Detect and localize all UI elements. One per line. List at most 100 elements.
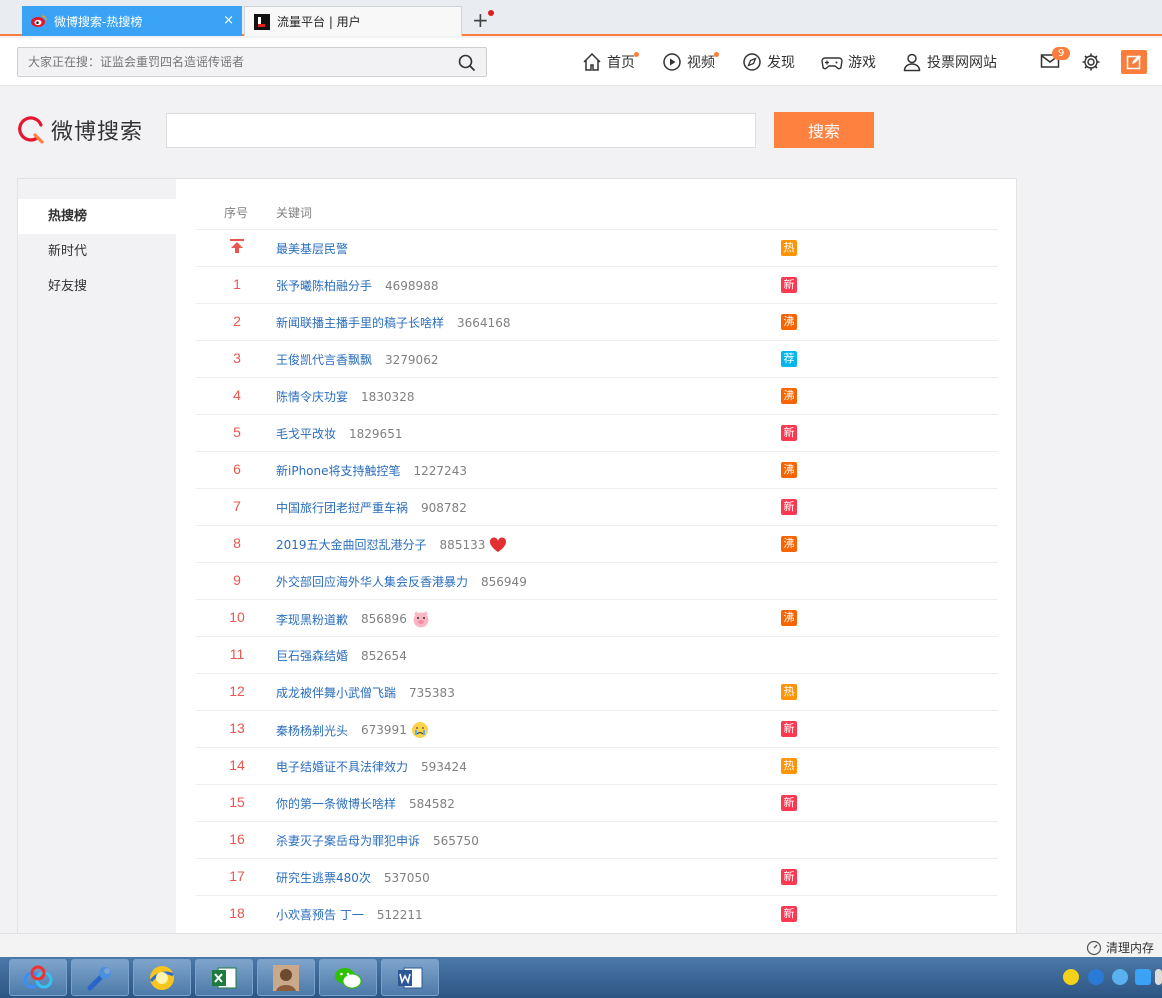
row-tag-badge: 新 xyxy=(781,425,797,441)
platform-logo-icon xyxy=(253,13,271,31)
tray-shield-icon[interactable] xyxy=(1088,969,1104,985)
tray-cloud-icon[interactable] xyxy=(1135,969,1151,985)
nav-video[interactable]: 视频 xyxy=(662,52,715,72)
row-keyword-link[interactable]: 王俊凯代言香飘飘 3279062 xyxy=(276,351,438,368)
row-keyword: 外交部回应海外华人集会反香港暴力 xyxy=(276,575,469,589)
compose-button[interactable] xyxy=(1121,50,1147,74)
row-keyword-link[interactable]: 你的第一条微博长啥样 584582 xyxy=(276,795,455,812)
clear-memory-button[interactable]: 清理内存 xyxy=(1086,939,1154,956)
row-tag-badge: 新 xyxy=(781,499,797,515)
row-keyword-link[interactable]: 新闻联播主播手里的稿子长啥样 3664168 xyxy=(276,314,510,331)
weibo-search-logo[interactable]: 微博搜索 xyxy=(17,114,143,146)
tab-traffic-platform[interactable]: 流量平台 | 用户 xyxy=(244,6,462,36)
top-search-input[interactable] xyxy=(18,48,438,76)
notification-dot xyxy=(488,10,494,16)
row-keyword-link[interactable]: 成龙被伴舞小武僧飞踹 735383 xyxy=(276,684,455,701)
table-row: 16 杀妻灭子案岳母为罪犯申诉 565750 xyxy=(196,821,998,858)
sidebar-item-friends-search[interactable]: 好友搜 xyxy=(18,269,176,304)
sidebar-item-new-era[interactable]: 新时代 xyxy=(18,234,176,269)
row-tag-badge: 沸 xyxy=(781,314,797,330)
row-count: 852654 xyxy=(361,648,407,663)
search-icon[interactable] xyxy=(458,54,476,75)
row-rank: 13 xyxy=(229,720,245,736)
main-search-input[interactable] xyxy=(166,113,756,148)
nav-discover[interactable]: 发现 xyxy=(742,52,795,72)
tray-minus-icon[interactable] xyxy=(1112,969,1128,985)
top-search-box[interactable] xyxy=(17,47,487,77)
home-notification-dot xyxy=(634,52,639,57)
table-row: 5 毛戈平改妆 1829651 新 xyxy=(196,414,998,451)
row-rank: 16 xyxy=(229,831,245,847)
gear-icon[interactable] xyxy=(1081,52,1101,75)
row-count: 908782 xyxy=(421,500,467,515)
row-keyword-link[interactable]: 李现黑粉道歉 856896 xyxy=(276,610,431,628)
table-row: 4 陈情令庆功宴 1830328 沸 xyxy=(196,377,998,414)
row-keyword-link[interactable]: 中国旅行团老挝严重车祸 908782 xyxy=(276,499,467,516)
home-icon xyxy=(583,52,601,71)
pig-emoji-icon xyxy=(411,610,431,628)
nav-home[interactable]: 首页 xyxy=(582,52,635,72)
row-keyword-link[interactable]: 杀妻灭子案岳母为罪犯申诉 565750 xyxy=(276,832,479,849)
row-keyword-link[interactable]: 巨石强森结婚 852654 xyxy=(276,647,407,664)
row-keyword-link[interactable]: 研究生逃票480次 537050 xyxy=(276,869,430,886)
row-keyword-link[interactable]: 秦杨杨剃光头 673991 xyxy=(276,721,429,739)
row-keyword-link[interactable]: 2019五大金曲回怼乱港分子 885133 xyxy=(276,536,507,553)
taskbar-qq-browser[interactable] xyxy=(133,959,191,996)
row-keyword: 小欢喜预告 丁一 xyxy=(276,908,364,922)
new-tab-button[interactable]: + xyxy=(472,8,489,32)
row-keyword-link[interactable]: 最美基层民警 xyxy=(276,240,348,257)
row-keyword-link[interactable]: 新iPhone将支持触控笔 1227243 xyxy=(276,462,467,479)
row-keyword-link[interactable]: 毛戈平改妆 1829651 xyxy=(276,425,402,442)
row-rank: 7 xyxy=(233,498,241,514)
heart-emoji-icon xyxy=(489,536,507,553)
row-rank: 2 xyxy=(233,313,241,329)
table-row: 9 外交部回应海外华人集会反香港暴力 856949 xyxy=(196,562,998,599)
taskbar-excel[interactable] xyxy=(195,959,253,996)
row-count: 1227243 xyxy=(413,463,467,478)
row-keyword-link[interactable]: 张予曦陈柏融分手 4698988 xyxy=(276,277,438,294)
tab-weibo-search[interactable]: 微博搜索-热搜榜 × xyxy=(22,6,242,36)
search-button[interactable]: 搜索 xyxy=(774,112,874,148)
taskbar-wechat[interactable] xyxy=(319,959,377,996)
browser-status-bar: 清理内存 xyxy=(0,933,1162,957)
row-tag-badge: 沸 xyxy=(781,388,797,404)
row-rank: 17 xyxy=(229,868,245,884)
taskbar-photo[interactable] xyxy=(257,959,315,996)
row-rank: 18 xyxy=(229,905,245,921)
taskbar-tools[interactable] xyxy=(71,959,129,996)
wechat-icon xyxy=(335,967,362,988)
row-keyword: 成龙被伴舞小武僧飞踹 xyxy=(276,686,397,700)
row-keyword-link[interactable]: 陈情令庆功宴 1830328 xyxy=(276,388,414,405)
logo-text: 微博搜索 xyxy=(51,120,144,145)
user-icon xyxy=(903,53,921,72)
close-tab-icon[interactable]: × xyxy=(223,13,234,28)
windows-taskbar xyxy=(0,957,1162,998)
table-row: 2 新闻联播主播手里的稿子长啥样 3664168 沸 xyxy=(196,303,998,340)
row-keyword-link[interactable]: 小欢喜预告 丁一 512211 xyxy=(276,906,423,923)
row-count: 3664168 xyxy=(457,315,511,330)
qq-browser-icon xyxy=(149,965,174,990)
row-keyword-link[interactable]: 电子结婚证不具法律效力 593424 xyxy=(276,758,467,775)
tray-add-icon[interactable] xyxy=(1063,969,1079,985)
nav-games[interactable]: 游戏 xyxy=(821,52,876,72)
taskbar-word[interactable] xyxy=(381,959,439,996)
word-icon xyxy=(398,967,423,988)
row-keyword: 巨石强森结婚 xyxy=(276,649,349,663)
table-row: 12 成龙被伴舞小武僧飞踹 735383 热 xyxy=(196,673,998,710)
row-tag-badge: 沸 xyxy=(781,462,797,478)
sidebar-item-hot-list[interactable]: 热搜榜 xyxy=(18,199,176,234)
table-row: 8 2019五大金曲回怼乱港分子 885133 沸 xyxy=(196,525,998,562)
row-rank: 9 xyxy=(233,572,241,588)
nav-user[interactable]: 投票网网站 xyxy=(902,52,997,72)
cry-emoji-icon xyxy=(411,721,429,739)
row-rank: 3 xyxy=(233,350,241,366)
row-keyword-link[interactable]: 外交部回应海外华人集会反香港暴力 856949 xyxy=(276,573,527,590)
row-count: 1830328 xyxy=(361,389,415,404)
row-keyword: 研究生逃票480次 xyxy=(276,871,371,885)
nav-games-label: 游戏 xyxy=(848,55,876,71)
video-notification-dot xyxy=(714,52,719,57)
taskbar-baidu-netdisk[interactable] xyxy=(9,959,67,996)
weibo-search-q-icon xyxy=(18,116,44,144)
tray-network-icon[interactable] xyxy=(1155,969,1162,985)
gamepad-icon xyxy=(821,57,843,70)
